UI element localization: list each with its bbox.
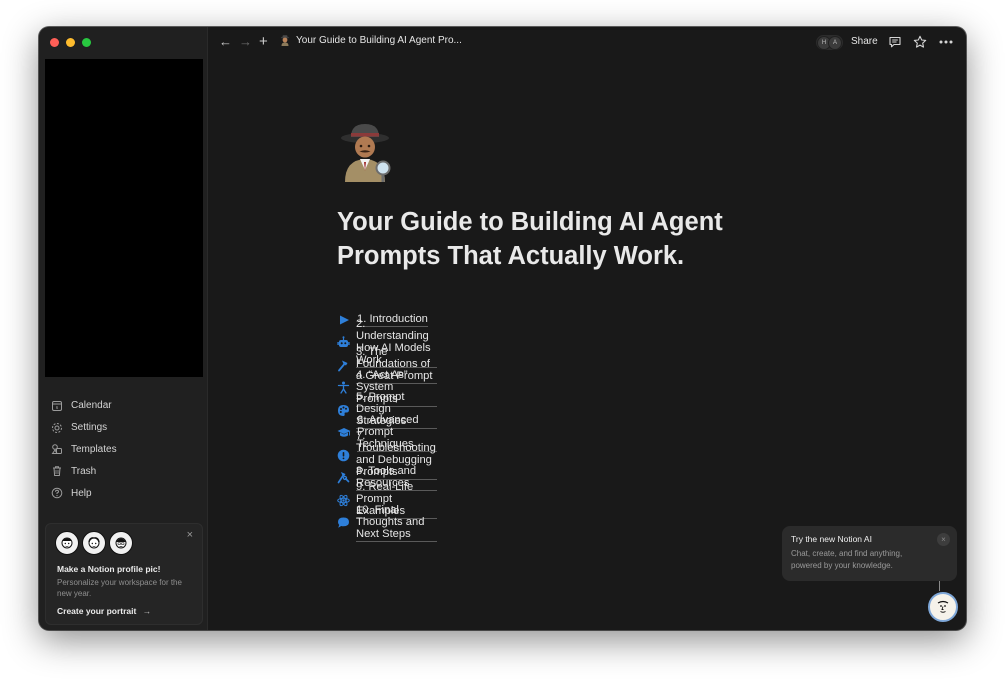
back-arrow-icon[interactable]: ← [219,34,232,50]
create-portrait-link[interactable]: Create your portrait → [57,606,151,616]
sidebar-redacted-area [45,59,203,377]
hammer-icon [337,358,350,372]
atom-icon [337,493,350,507]
play-icon [337,313,351,327]
calendar-icon: 6 [52,400,62,411]
detective-mini-icon [280,35,290,46]
detective-icon[interactable] [337,122,395,182]
new-page-plus-icon[interactable]: + [259,34,268,50]
promo-title: Make a Notion profile pic! [57,564,161,574]
calendar-day: 6 [56,405,59,410]
trash-icon [53,466,61,477]
promo-close-button[interactable]: × [187,529,193,541]
notion-ai-face-icon [937,600,949,613]
sidebar-item-settings[interactable]: Settings [51,417,117,439]
ai-tooltip-description: Chat, create, and find anything, powered… [791,549,903,570]
robot-icon [337,336,350,350]
sidebar-item-label: Help [71,487,92,499]
arrow-right-icon: → [142,606,152,616]
share-button[interactable]: Share [851,36,878,47]
graduation-cap-icon [337,426,351,440]
avatar [82,531,106,555]
page-title: Your Guide to Building AI Agent Prompts … [337,208,723,270]
sidebar-item-label: Calendar [71,400,112,412]
sidebar-item-label: Settings [71,422,108,434]
templates-icon [51,444,62,455]
sidebar-item-help[interactable]: Help [51,482,117,504]
profile-pic-promo: × Make a Notion profile pic! Personalize… [45,523,203,625]
window-controls [50,38,91,47]
avatar-group [55,531,133,555]
ai-tooltip-close-button[interactable]: × [937,533,950,546]
sidebar-item-calendar[interactable]: 6 Calendar [51,395,117,417]
sidebar: 6 Calendar Settings Templates Trash Help… [39,27,208,630]
promo-description: Personalize your workspace for the new y… [57,578,182,598]
sidebar-item-label: Templates [71,443,117,455]
alert-icon [337,448,350,462]
sidebar-item-templates[interactable]: Templates [51,439,117,461]
comment-icon[interactable] [888,35,902,49]
create-portrait-label: Create your portrait [57,606,137,616]
close-window-button[interactable] [50,38,59,47]
breadcrumb-title: Your Guide to Building AI Agent Pro... [296,34,462,46]
sidebar-item-label: Trash [71,465,97,477]
star-icon[interactable] [913,35,927,49]
more-icon[interactable] [938,35,954,49]
ai-tooltip-pointer [939,581,940,591]
zoom-window-button[interactable] [82,38,91,47]
toc-item-troubleshooting[interactable]: 7. Troubleshooting and Debugging Prompts [337,430,437,481]
toc-item-label: 10. Final Thoughts and Next Steps [356,504,437,542]
breadcrumb[interactable]: Your Guide to Building AI Agent Pro... [279,34,462,46]
presence-avatar: A [828,35,842,50]
presence-avatars[interactable]: H A [816,35,843,50]
tools-icon [337,471,350,485]
toc-item-final-thoughts[interactable]: 10. Final Thoughts and Next Steps [337,504,437,542]
ai-tooltip-title: Try the new Notion AI [791,534,872,544]
palette-icon [337,403,350,417]
forward-arrow-icon[interactable]: → [239,34,252,50]
sidebar-item-trash[interactable]: Trash [51,460,117,482]
app-window: 6 Calendar Settings Templates Trash Help… [39,27,966,630]
person-icon [337,381,350,395]
notion-ai-tooltip: Try the new Notion AI Chat, create, and … [782,526,957,581]
table-of-contents: 1. Introduction 2. Understanding How AI … [337,309,437,542]
help-icon [51,487,63,499]
avatar [109,531,133,555]
notion-ai-button[interactable] [928,592,958,622]
minimize-window-button[interactable] [66,38,75,47]
top-bar: ← → + Your Guide to Building AI Agent Pr… [208,27,966,57]
gear-icon [52,422,62,433]
sidebar-nav: 6 Calendar Settings Templates Trash Help [51,395,117,504]
avatar [55,531,79,555]
speech-bubble-icon [337,516,350,530]
